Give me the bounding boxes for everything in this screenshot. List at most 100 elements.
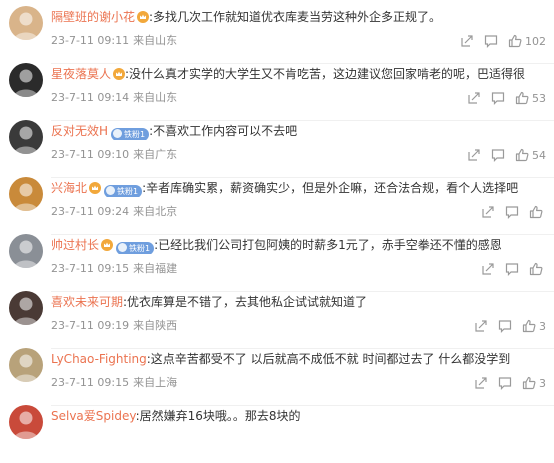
- like-button[interactable]: 3: [522, 319, 546, 333]
- user-avatar[interactable]: [9, 177, 43, 211]
- comment-text: :多找几次工作就知道优衣库麦当劳这种外企多正规了。: [149, 10, 442, 24]
- like-button[interactable]: 53: [515, 91, 546, 105]
- crown-icon: [87, 181, 102, 195]
- crown-icon: [111, 67, 126, 81]
- comment-text: :没什么真才实学的大学生又不肯吃苦，这边建议您回家啃老的呢，巴适得很: [125, 67, 526, 81]
- fan-badge-label: 铁粉1: [117, 187, 139, 196]
- share-icon[interactable]: [460, 34, 474, 48]
- comment-text: :居然嫌弃16块哦。。那去8块的: [135, 409, 301, 423]
- comment-icon[interactable]: [505, 205, 519, 219]
- like-button[interactable]: [529, 262, 546, 276]
- share-icon[interactable]: [474, 319, 488, 333]
- like-button[interactable]: 3: [522, 376, 546, 390]
- fan-badge-icon: [113, 129, 123, 138]
- thumbs-up-icon: [522, 319, 536, 333]
- comment-location: 来自北京: [133, 205, 178, 218]
- comment-actions: 54: [467, 147, 546, 163]
- comment-icon[interactable]: [491, 91, 505, 105]
- comment-actions: 3: [474, 375, 546, 391]
- comment-username[interactable]: 隔壁班的谢小花: [51, 10, 135, 24]
- comment-icon[interactable]: [498, 376, 512, 390]
- comment-icon[interactable]: [484, 34, 498, 48]
- comment-body: LyChao-Fighting:这点辛苦都受不了 以后就高不成低不就 时间都过去…: [51, 350, 548, 368]
- comment-icon[interactable]: [491, 148, 505, 162]
- comment-item: 兴海北 铁粉1:辛者库确实累，薪资确实少，但是外企嘛，还合法合规，看个人选择吧 23…: [0, 177, 554, 235]
- share-icon[interactable]: [467, 91, 481, 105]
- comment-icon[interactable]: [505, 262, 519, 276]
- crown-icon: [99, 238, 114, 252]
- comment-actions: 53: [467, 90, 546, 106]
- fan-badge[interactable]: 铁粉1: [116, 242, 155, 254]
- share-icon[interactable]: [467, 148, 481, 162]
- comment-body: 喜欢未来可期:优衣库算是不错了，去其他私企试试就知道了: [51, 293, 548, 311]
- like-button[interactable]: [529, 205, 546, 219]
- comment-body: 兴海北 铁粉1:辛者库确实累，薪资确实少，但是外企嘛，还合法合规，看个人选择吧: [51, 179, 548, 197]
- comment-item: 喜欢未来可期:优衣库算是不错了，去其他私企试试就知道了 23-7-11 09:19…: [0, 291, 554, 349]
- comment-item: 帅过村长 铁粉1:已经比我们公司打包阿姨的时薪多1元了，赤手空拳还不懂的感恩 23-…: [0, 234, 554, 292]
- comment-meta: 23-7-11 09:24 来自北京: [51, 204, 177, 220]
- comment-username[interactable]: 帅过村长: [51, 238, 99, 252]
- comment-meta: 23-7-11 09:15 来自福建: [51, 261, 177, 277]
- comment-date: 23-7-11 09:19: [51, 319, 130, 332]
- comment-username[interactable]: 喜欢未来可期: [51, 295, 123, 309]
- comment-date: 23-7-11 09:15: [51, 262, 130, 275]
- comment-body: 隔壁班的谢小花 :多找几次工作就知道优衣库麦当劳这种外企多正规了。: [51, 8, 548, 26]
- comment-meta: 23-7-11 09:14 来自山东: [51, 90, 177, 106]
- fan-badge[interactable]: 铁粉1: [111, 128, 150, 140]
- user-avatar[interactable]: [9, 6, 43, 40]
- comment-item: 隔壁班的谢小花 :多找几次工作就知道优衣库麦当劳这种外企多正规了。 23-7-11 …: [0, 6, 554, 64]
- share-icon[interactable]: [481, 205, 495, 219]
- user-avatar[interactable]: [9, 63, 43, 97]
- thumbs-up-icon: [508, 34, 522, 48]
- comment-item: 星夜落莫人 :没什么真才实学的大学生又不肯吃苦，这边建议您回家啃老的呢，巴适得很 2…: [0, 63, 554, 121]
- comment-location: 来自上海: [133, 376, 178, 389]
- share-icon[interactable]: [481, 262, 495, 276]
- comment-meta: 23-7-11 09:11 来自山东: [51, 33, 177, 49]
- comment-meta: 23-7-11 09:10 来自广东: [51, 147, 177, 163]
- thumbs-up-icon: [522, 376, 536, 390]
- comment-meta: 23-7-11 09:19 来自陕西: [51, 318, 177, 334]
- comment-actions: 102: [460, 33, 546, 49]
- comment-text: :这点辛苦都受不了 以后就高不成低不就 时间都过去了 什么都没学到: [146, 352, 511, 366]
- like-count: 54: [532, 148, 546, 162]
- like-count: 3: [539, 376, 546, 390]
- comment-actions: 3: [474, 318, 546, 334]
- like-count: 102: [525, 34, 546, 48]
- comment-text: :优衣库算是不错了，去其他私企试试就知道了: [123, 295, 368, 309]
- fan-badge-icon: [118, 243, 128, 252]
- comment-item: 反对无效H 铁粉1:不喜欢工作内容可以不去吧 23-7-11 09:10 来自广东 54: [0, 120, 554, 178]
- user-avatar[interactable]: [9, 348, 43, 382]
- comment-location: 来自陕西: [133, 319, 178, 332]
- share-icon[interactable]: [474, 376, 488, 390]
- like-count: 53: [532, 91, 546, 105]
- fan-badge[interactable]: 铁粉1: [104, 185, 143, 197]
- comment-username[interactable]: 兴海北: [51, 181, 87, 195]
- comment-username[interactable]: 反对无效H: [51, 124, 108, 138]
- fan-badge-icon: [106, 186, 116, 195]
- like-button[interactable]: 54: [515, 148, 546, 162]
- comment-location: 来自广东: [133, 148, 178, 161]
- comment-location: 来自山东: [133, 34, 178, 47]
- comment-body: 星夜落莫人 :没什么真才实学的大学生又不肯吃苦，这边建议您回家啃老的呢，巴适得很: [51, 65, 548, 83]
- like-button[interactable]: 102: [508, 34, 546, 48]
- comment-username[interactable]: Selva爱Spidey: [51, 409, 136, 423]
- comment-icon[interactable]: [498, 319, 512, 333]
- user-avatar[interactable]: [9, 405, 43, 439]
- thumbs-up-icon: [515, 91, 529, 105]
- comment-username[interactable]: 星夜落莫人: [51, 67, 111, 81]
- comment-date: 23-7-11 09:10: [51, 148, 130, 161]
- comment-actions: [481, 261, 546, 277]
- comment-location: 来自福建: [133, 262, 178, 275]
- user-avatar[interactable]: [9, 291, 43, 325]
- comment-username[interactable]: LyChao-Fighting: [51, 352, 147, 366]
- thumbs-up-icon: [515, 148, 529, 162]
- comment-actions: [481, 204, 546, 220]
- comment-date: 23-7-11 09:11: [51, 34, 130, 47]
- user-avatar[interactable]: [9, 234, 43, 268]
- fan-badge-label: 铁粉1: [129, 244, 151, 253]
- user-avatar[interactable]: [9, 120, 43, 154]
- comment-item: Selva爱Spidey:居然嫌弃16块哦。。那去8块的: [0, 405, 554, 463]
- comment-body: Selva爱Spidey:居然嫌弃16块哦。。那去8块的: [51, 407, 548, 425]
- comment-meta: 23-7-11 09:15 来自上海: [51, 375, 177, 391]
- comment-body: 反对无效H 铁粉1:不喜欢工作内容可以不去吧: [51, 122, 548, 140]
